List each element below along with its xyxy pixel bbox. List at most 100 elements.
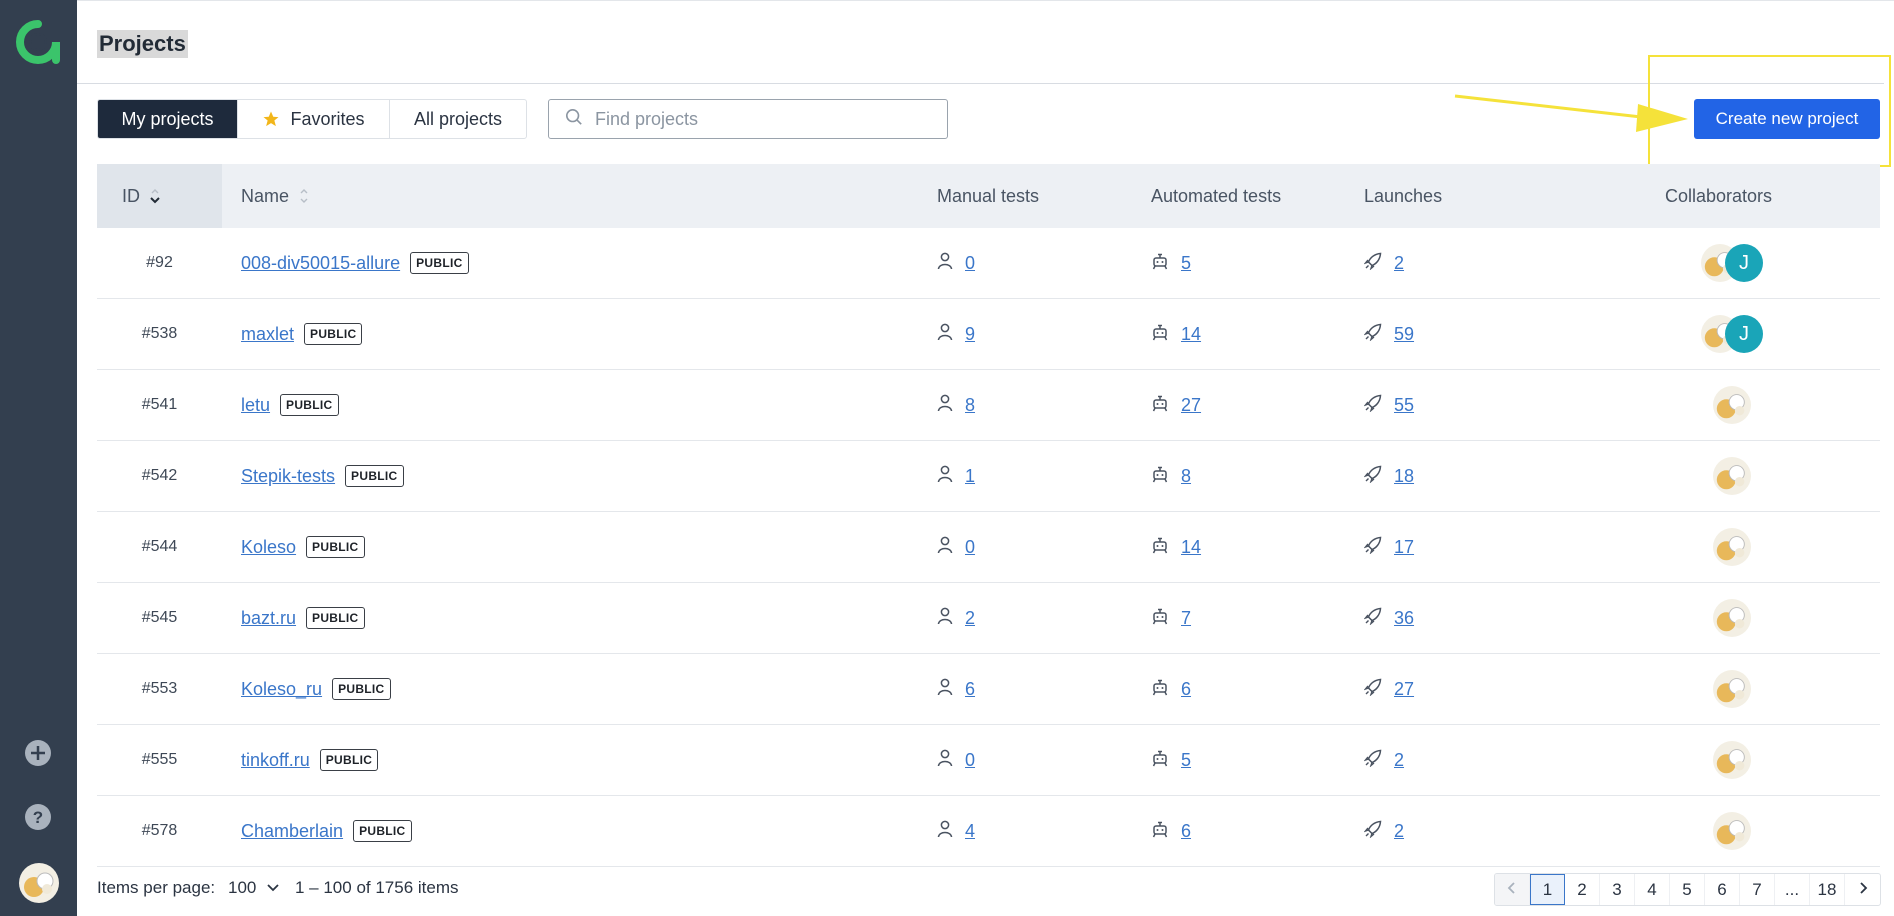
collaborator-avatar[interactable] xyxy=(1713,386,1751,424)
automated-tests-count[interactable]: 7 xyxy=(1181,608,1191,629)
next-page-button[interactable] xyxy=(1845,874,1880,905)
pagination: 1 2 3 4 5 6 7... 18 xyxy=(1494,873,1881,906)
automated-tests-cell: 14 xyxy=(1151,512,1201,582)
launches-count[interactable]: 2 xyxy=(1394,253,1404,274)
page-button[interactable]: 7 xyxy=(1740,874,1775,905)
automated-tests-count[interactable]: 5 xyxy=(1181,253,1191,274)
manual-tests-count[interactable]: 6 xyxy=(965,679,975,700)
help-icon[interactable]: ? xyxy=(24,803,52,831)
page-button[interactable]: 2 xyxy=(1565,874,1600,905)
person-icon xyxy=(937,323,953,346)
collaborator-avatar-initial[interactable]: J xyxy=(1725,315,1763,353)
table-row: #553 Koleso_ru PUBLIC 6 6 27 xyxy=(97,654,1880,725)
launches-count[interactable]: 36 xyxy=(1394,608,1414,629)
person-icon xyxy=(937,820,953,843)
tab-my-projects[interactable]: My projects xyxy=(98,100,238,138)
manual-tests-count[interactable]: 0 xyxy=(965,253,975,274)
create-new-project-button[interactable]: Create new project xyxy=(1694,99,1880,139)
manual-tests-count[interactable]: 1 xyxy=(965,466,975,487)
manual-tests-count[interactable]: 0 xyxy=(965,537,975,558)
collaborators-cell xyxy=(1677,512,1787,582)
public-badge: PUBLIC xyxy=(304,323,363,345)
collaborator-avatar[interactable] xyxy=(1713,457,1751,495)
project-name-cell: maxlet PUBLIC xyxy=(241,299,363,369)
project-id: #553 xyxy=(141,680,178,697)
collaborator-avatar[interactable] xyxy=(1713,528,1751,566)
public-badge: PUBLIC xyxy=(306,607,365,629)
launches-cell: 27 xyxy=(1363,654,1414,724)
launches-count[interactable]: 17 xyxy=(1394,537,1414,558)
project-name-link[interactable]: 008-div50015-allure xyxy=(241,253,400,274)
column-header-name[interactable]: Name xyxy=(241,164,311,228)
page-button[interactable]: 3 xyxy=(1600,874,1635,905)
project-name-link[interactable]: Koleso xyxy=(241,537,296,558)
column-header-manual-tests: Manual tests xyxy=(937,185,1040,206)
launches-count[interactable]: 2 xyxy=(1394,821,1404,842)
manual-tests-cell: 0 xyxy=(937,512,975,582)
user-avatar[interactable] xyxy=(19,863,59,903)
previous-page-button[interactable] xyxy=(1495,874,1530,905)
project-name-link[interactable]: Koleso_ru xyxy=(241,679,322,700)
page-button[interactable]: 5 xyxy=(1670,874,1705,905)
automated-tests-cell: 5 xyxy=(1151,725,1191,795)
robot-icon xyxy=(1151,323,1169,346)
project-name-link[interactable]: letu xyxy=(241,395,270,416)
page-button[interactable]: 6 xyxy=(1705,874,1740,905)
robot-icon xyxy=(1151,394,1169,417)
manual-tests-count[interactable]: 8 xyxy=(965,395,975,416)
svg-text:?: ? xyxy=(33,808,43,827)
project-name-cell: tinkoff.ru PUBLIC xyxy=(241,725,379,795)
automated-tests-count[interactable]: 6 xyxy=(1181,821,1191,842)
project-name-link[interactable]: Chamberlain xyxy=(241,821,343,842)
add-icon[interactable] xyxy=(24,739,52,767)
table-row: #92 008-div50015-allure PUBLIC 0 5 2 J xyxy=(97,228,1880,299)
page-button[interactable]: 4 xyxy=(1635,874,1670,905)
automated-tests-count[interactable]: 14 xyxy=(1181,324,1201,345)
search-input[interactable] xyxy=(595,108,925,130)
automated-tests-count[interactable]: 8 xyxy=(1181,466,1191,487)
tab-favorites[interactable]: Favorites xyxy=(238,100,390,138)
project-name-link[interactable]: maxlet xyxy=(241,324,294,345)
automated-tests-count[interactable]: 5 xyxy=(1181,750,1191,771)
app-logo[interactable] xyxy=(16,20,60,64)
manual-tests-count[interactable]: 9 xyxy=(965,324,975,345)
items-per-page-select[interactable]: 100 xyxy=(228,878,280,898)
manual-tests-count[interactable]: 4 xyxy=(965,821,975,842)
automated-tests-count[interactable]: 14 xyxy=(1181,537,1201,558)
items-per-page-label: Items per page: xyxy=(97,878,216,897)
page-button[interactable]: 18 xyxy=(1810,874,1845,905)
project-name-link[interactable]: Stepik-tests xyxy=(241,466,335,487)
launches-count[interactable]: 59 xyxy=(1394,324,1414,345)
pagination-ellipsis: ... xyxy=(1775,874,1810,905)
project-name-link[interactable]: tinkoff.ru xyxy=(241,750,310,771)
person-icon xyxy=(937,536,953,559)
project-id: #578 xyxy=(141,822,178,839)
manual-tests-cell: 9 xyxy=(937,299,975,369)
automated-tests-count[interactable]: 27 xyxy=(1181,395,1201,416)
launches-cell: 17 xyxy=(1363,512,1414,582)
launches-count[interactable]: 55 xyxy=(1394,395,1414,416)
project-name-cell: bazt.ru PUBLIC xyxy=(241,583,365,653)
manual-tests-count[interactable]: 2 xyxy=(965,608,975,629)
manual-tests-count[interactable]: 0 xyxy=(965,750,975,771)
collaborators-cell: J xyxy=(1677,228,1787,298)
launches-count[interactable]: 27 xyxy=(1394,679,1414,700)
collaborator-avatar-initial[interactable]: J xyxy=(1725,244,1763,282)
project-name-cell: letu PUBLIC xyxy=(241,370,339,440)
automated-tests-count[interactable]: 6 xyxy=(1181,679,1191,700)
column-header-id[interactable]: ID xyxy=(122,164,162,228)
collaborator-avatar[interactable] xyxy=(1713,812,1751,850)
launches-count[interactable]: 18 xyxy=(1394,466,1414,487)
collaborator-avatar[interactable] xyxy=(1713,599,1751,637)
rocket-icon xyxy=(1363,678,1382,701)
page-button[interactable]: 1 xyxy=(1530,874,1565,905)
collaborator-avatar[interactable] xyxy=(1713,741,1751,779)
tab-all-projects[interactable]: All projects xyxy=(390,100,526,138)
column-label: ID xyxy=(122,185,140,206)
collaborator-avatar[interactable] xyxy=(1713,670,1751,708)
table-row: #541 letu PUBLIC 8 27 55 xyxy=(97,370,1880,441)
launches-count[interactable]: 2 xyxy=(1394,750,1404,771)
project-name-link[interactable]: bazt.ru xyxy=(241,608,296,629)
robot-icon xyxy=(1151,465,1169,488)
collaborators-cell xyxy=(1677,725,1787,795)
